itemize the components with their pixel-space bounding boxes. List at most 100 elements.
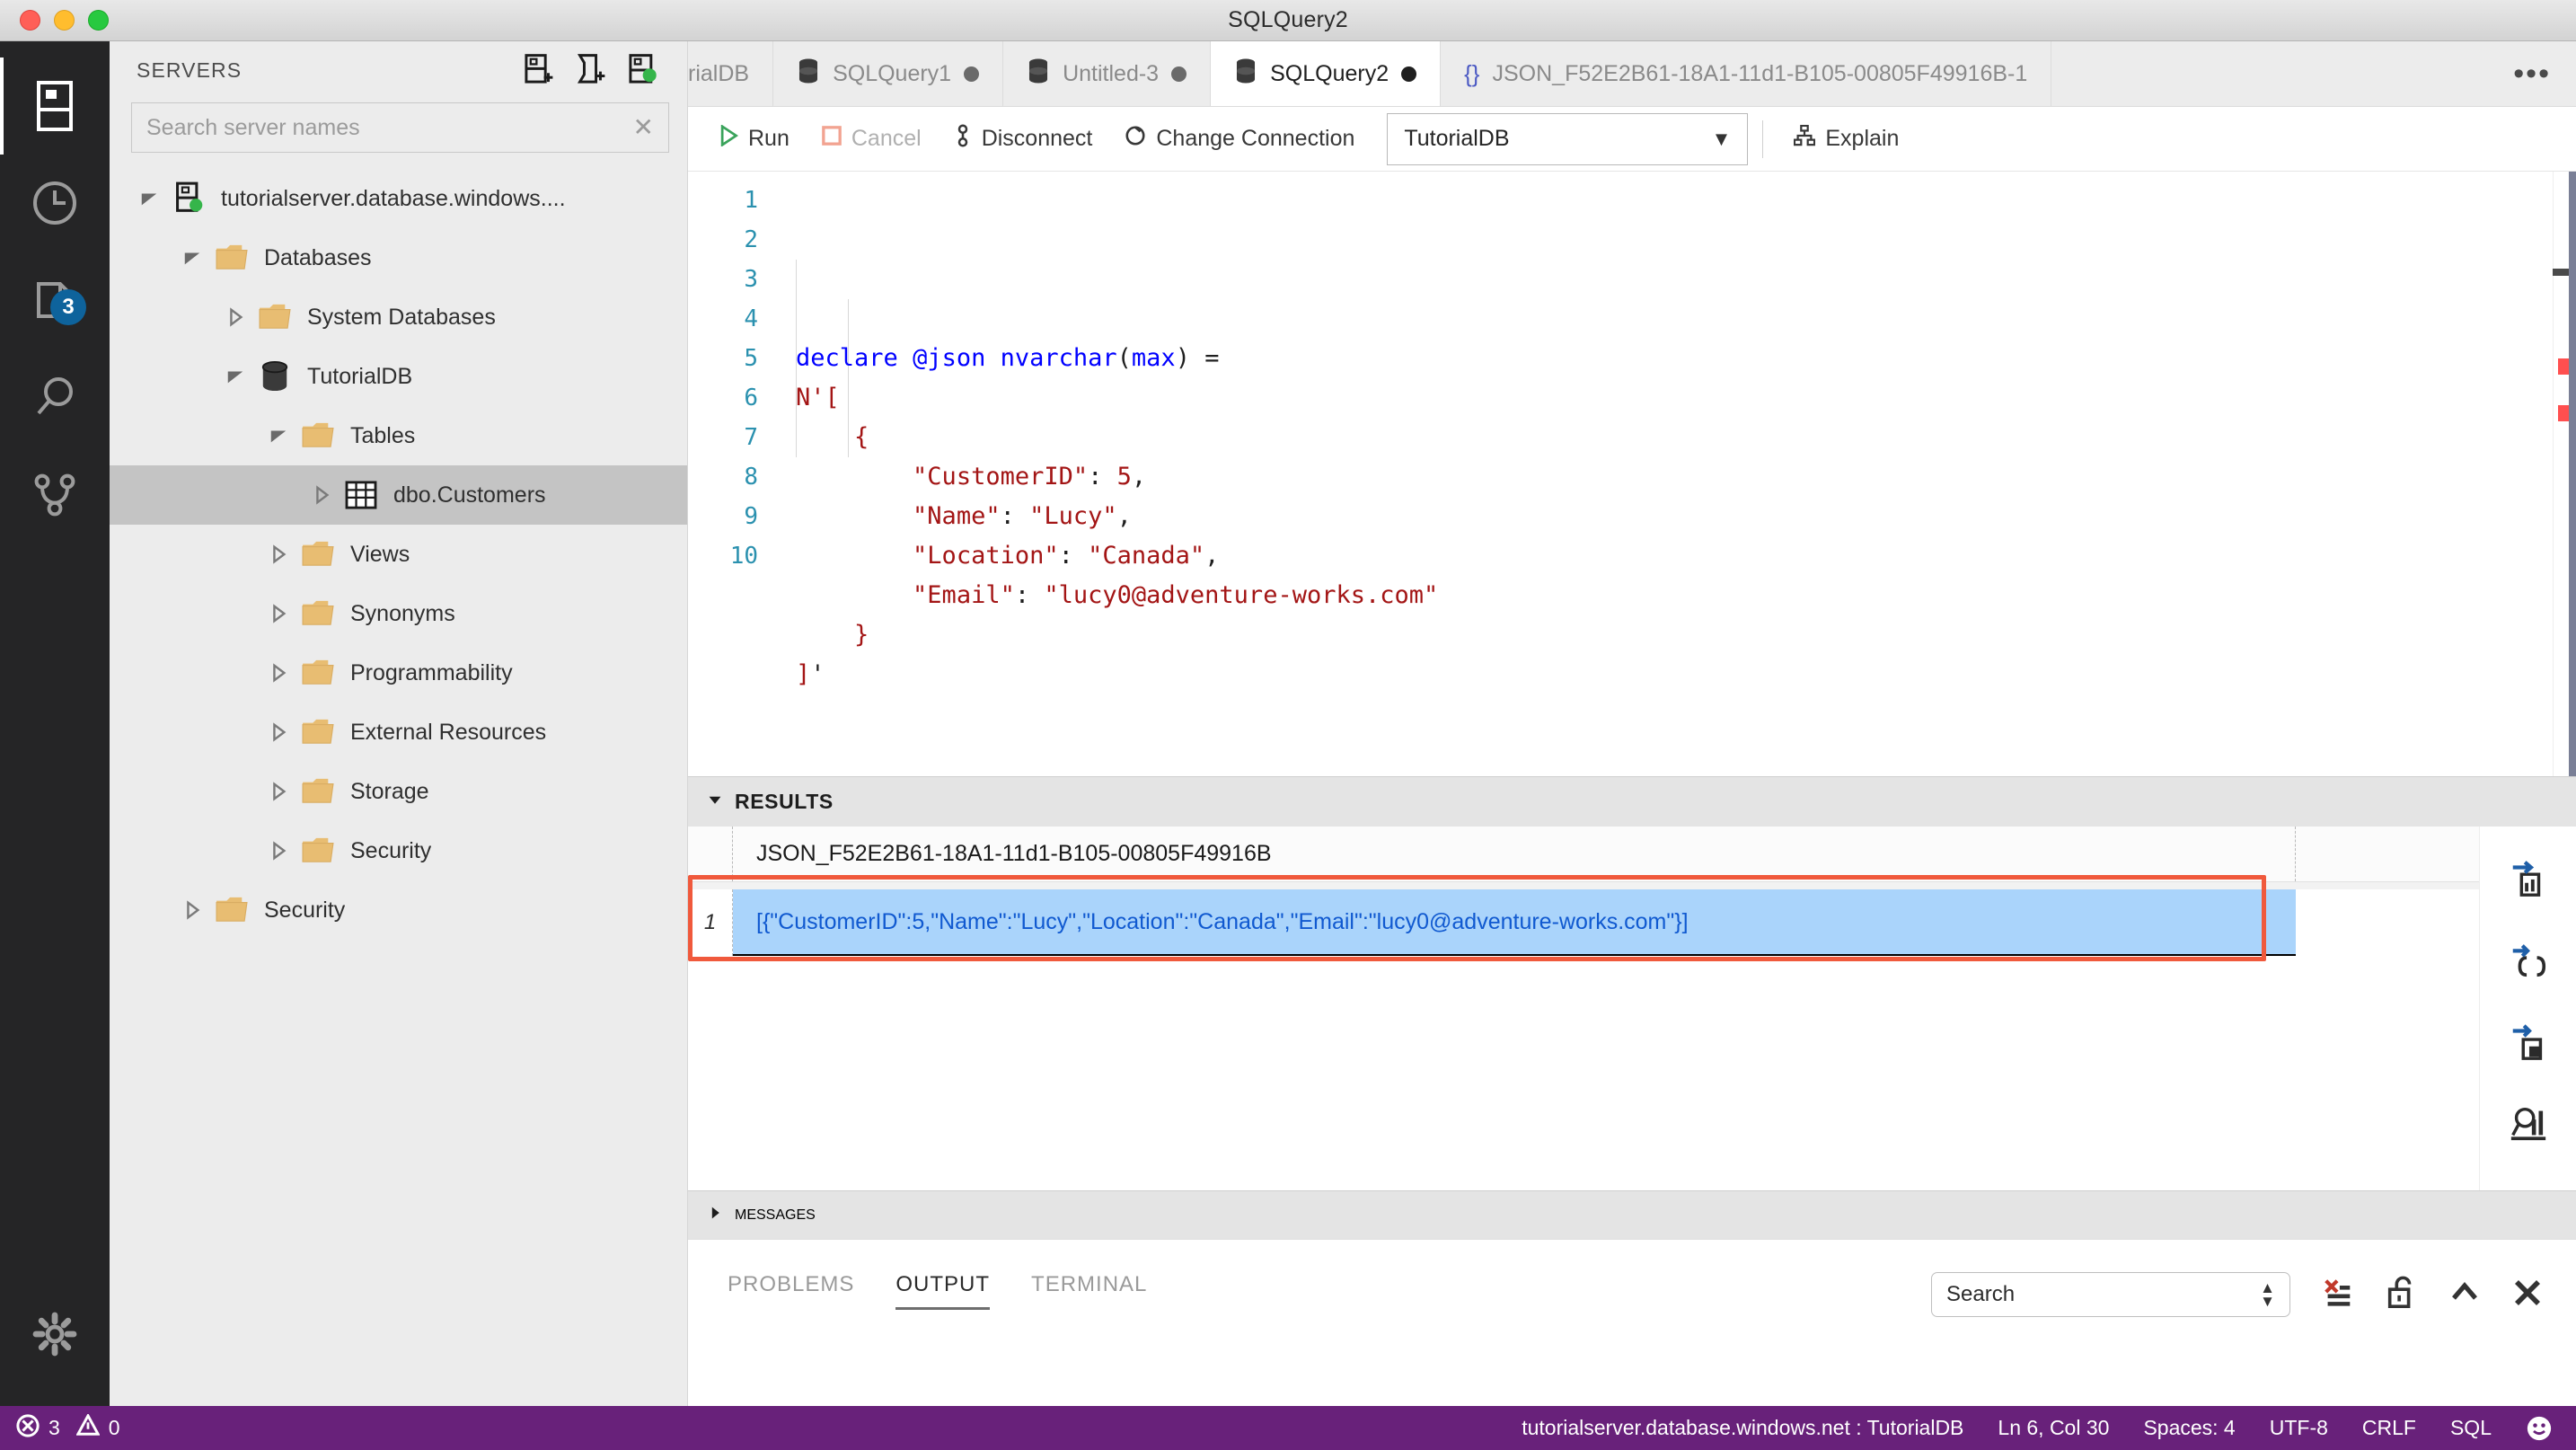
chevron-right-icon[interactable]: [259, 604, 298, 623]
clear-output-icon[interactable]: [2321, 1276, 2355, 1314]
save-excel-icon[interactable]: [2508, 1021, 2549, 1066]
status-problems[interactable]: 3 0: [16, 1412, 120, 1443]
result-cell[interactable]: [{"CustomerID":5,"Name":"Lucy","Location…: [733, 889, 2296, 956]
code-line[interactable]: ]': [796, 655, 2576, 694]
code-line[interactable]: "CustomerID": 5,: [796, 457, 2576, 497]
activity-item-explorer[interactable]: 3: [0, 252, 110, 349]
tab-overflow-button[interactable]: •••: [2488, 41, 2576, 106]
tree-item-storage[interactable]: Storage: [110, 762, 687, 821]
unsaved-indicator-icon[interactable]: [964, 66, 980, 82]
code-line[interactable]: }: [796, 615, 2576, 655]
status-encoding[interactable]: UTF-8: [2270, 1416, 2328, 1440]
chevron-right-icon[interactable]: [259, 841, 298, 861]
chevron-right-icon[interactable]: [259, 544, 298, 564]
unsaved-indicator-icon[interactable]: [1171, 66, 1187, 82]
code-line[interactable]: N'[: [796, 378, 2576, 418]
tree-item-tutorialserver-database-windows[interactable]: tutorialserver.database.windows....: [110, 169, 687, 228]
folder-icon: [298, 421, 338, 450]
chart-icon[interactable]: [2508, 1102, 2549, 1148]
tree-item-tutorialdb[interactable]: TutorialDB: [110, 347, 687, 406]
status-cursor-position[interactable]: Ln 6, Col 30: [1998, 1416, 2109, 1440]
editor-tab-json-f52e2b61-18a1-11d1-b105-00805f49916b-1[interactable]: {} JSON_F52E2B61-18A1-11d1-B105-00805F499…: [1441, 41, 2052, 106]
messages-section-header[interactable]: MESSAGES: [688, 1190, 2576, 1239]
code-line[interactable]: {: [796, 418, 2576, 457]
tree-item-external-resources[interactable]: External Resources: [110, 703, 687, 762]
unlock-icon[interactable]: [2386, 1276, 2418, 1314]
code-line[interactable]: "Name": "Lucy",: [796, 497, 2576, 536]
feedback-smiley-icon[interactable]: [2526, 1415, 2553, 1442]
results-grid[interactable]: JSON_F52E2B61-18A1-11d1-B105-00805F49916…: [688, 827, 2479, 1190]
panel-tab-terminal[interactable]: TERMINAL: [1031, 1272, 1147, 1310]
activity-item-source-control[interactable]: [0, 446, 110, 543]
save-json-icon[interactable]: [2508, 939, 2549, 985]
activity-item-servers[interactable]: [0, 57, 110, 155]
chevron-right-icon[interactable]: [172, 900, 212, 920]
results-section-header[interactable]: RESULTS: [688, 776, 2576, 827]
tree-item-dbo-customers[interactable]: dbo.Customers: [110, 465, 687, 525]
close-icon[interactable]: [2511, 1277, 2544, 1313]
editor-tab-rialdb[interactable]: rialDB: [688, 41, 774, 106]
status-connection[interactable]: tutorialserver.database.windows.net : Tu…: [1522, 1416, 1963, 1440]
activity-item-manage[interactable]: [0, 1286, 110, 1383]
database-icon: [797, 57, 820, 91]
tree-item-security[interactable]: Security: [110, 821, 687, 880]
chevron-right-icon[interactable]: [259, 722, 298, 742]
chevron-right-icon[interactable]: [259, 782, 298, 801]
search-input[interactable]: [146, 114, 624, 141]
activity-item-search[interactable]: [0, 349, 110, 446]
panel-tab-output[interactable]: OUTPUT: [895, 1272, 990, 1310]
tree-item-programmability[interactable]: Programmability: [110, 643, 687, 703]
editor-vertical-scrollbar[interactable]: [2569, 172, 2576, 776]
new-server-group-icon[interactable]: [574, 54, 606, 86]
explain-button[interactable]: Explain: [1778, 116, 1915, 163]
editor-tab-sqlquery2[interactable]: SQLQuery2: [1211, 41, 1442, 106]
chevron-up-icon[interactable]: [2448, 1277, 2481, 1313]
editor-tab-untitled-3[interactable]: Untitled-3: [1003, 41, 1212, 106]
line-number: 4: [744, 305, 758, 332]
code-line[interactable]: "Location": "Canada",: [774, 536, 2576, 578]
output-channel-select[interactable]: Search ▲ ▼: [1931, 1272, 2290, 1317]
chevron-down-icon[interactable]: [129, 189, 169, 208]
column-header[interactable]: JSON_F52E2B61-18A1-11d1-B105-00805F49916…: [733, 827, 2296, 881]
save-csv-icon[interactable]: [2508, 857, 2549, 903]
panel-actions: Search ▲ ▼: [1931, 1272, 2576, 1317]
chevron-down-icon[interactable]: [172, 248, 212, 268]
tree-item-tables[interactable]: Tables: [110, 406, 687, 465]
chevron-down-icon[interactable]: [259, 426, 298, 446]
code-line[interactable]: [796, 694, 2576, 734]
main-area: rialDB SQLQuery1 Untitled-3 SQLQuery2 {} JSON…: [688, 41, 2576, 1406]
editor-tab-sqlquery1[interactable]: SQLQuery1: [773, 41, 1004, 106]
tree-item-system-databases[interactable]: System Databases: [110, 287, 687, 347]
panel-tab-problems[interactable]: PROBLEMS: [728, 1272, 854, 1310]
table-row[interactable]: 1 [{"CustomerID":5,"Name":"Lucy","Locati…: [688, 889, 2479, 956]
disconnect-button[interactable]: Disconnect: [938, 116, 1109, 163]
status-eol[interactable]: CRLF: [2362, 1416, 2416, 1440]
tree-item-synonyms[interactable]: Synonyms: [110, 584, 687, 643]
change-connection-button[interactable]: Change Connection: [1108, 116, 1371, 163]
status-language-mode[interactable]: SQL: [2450, 1416, 2492, 1440]
active-connections-icon[interactable]: [626, 54, 658, 86]
chevron-right-icon[interactable]: [302, 485, 341, 505]
tree-item-views[interactable]: Views: [110, 525, 687, 584]
status-indentation[interactable]: Spaces: 4: [2143, 1416, 2235, 1440]
editor-code[interactable]: declare @json nvarchar(max) = N'[ { "Cust…: [774, 172, 2576, 776]
chevron-right-icon[interactable]: [216, 307, 255, 327]
run-button[interactable]: Run: [702, 116, 806, 163]
source-control-icon: [31, 471, 78, 517]
cancel-button[interactable]: Cancel: [806, 116, 938, 163]
code-line[interactable]: "Email": "lucy0@adventure-works.com": [796, 576, 2576, 615]
code-line[interactable]: declare @json nvarchar(max) =: [796, 339, 2576, 378]
chevron-down-icon[interactable]: [216, 367, 255, 386]
chevron-right-icon[interactable]: [259, 663, 298, 683]
sql-editor[interactable]: 1 2 3 4 5 6 7 8 9 10 declare @json nvarchar(max) …: [688, 172, 2576, 776]
tree-item-databases[interactable]: Databases: [110, 228, 687, 287]
search-server-names-box[interactable]: ✕: [131, 102, 669, 153]
unsaved-indicator-icon[interactable]: [1401, 66, 1417, 82]
stepper-icon[interactable]: ▲ ▼: [2260, 1280, 2275, 1309]
tree-item-security[interactable]: Security: [110, 880, 687, 940]
database-select[interactable]: TutorialDB ▼: [1387, 112, 1749, 165]
clear-search-icon[interactable]: ✕: [624, 115, 654, 140]
activity-item-history[interactable]: [0, 155, 110, 252]
disconnect-label: Disconnect: [981, 126, 1093, 151]
new-connection-icon[interactable]: [522, 54, 554, 86]
